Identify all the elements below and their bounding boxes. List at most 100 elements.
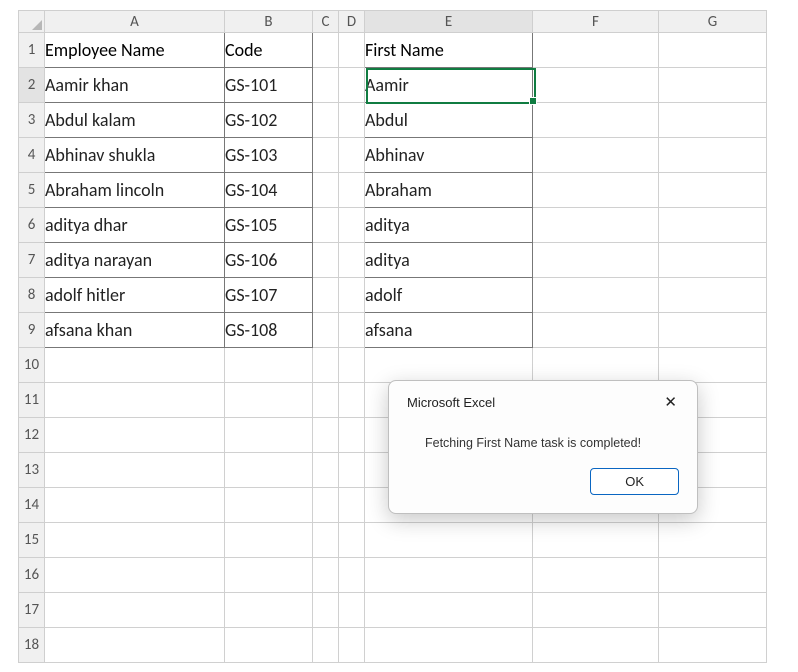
cell-C10[interactable] [313, 348, 339, 383]
cell-B13[interactable] [225, 453, 313, 488]
cell-F1[interactable] [533, 33, 659, 68]
cell-B14[interactable] [225, 488, 313, 523]
cell-F4[interactable] [533, 138, 659, 173]
cell-A13[interactable] [45, 453, 225, 488]
row-header-4[interactable]: 4 [19, 138, 45, 173]
cell-B2[interactable]: GS-101 [225, 68, 313, 103]
cell-G7[interactable] [659, 243, 767, 278]
cell-D5[interactable] [339, 173, 365, 208]
cell-E3[interactable]: Abdul [365, 103, 533, 138]
cell-D1[interactable] [339, 33, 365, 68]
col-header-D[interactable]: D [339, 11, 365, 33]
cell-A17[interactable] [45, 593, 225, 628]
cell-F2[interactable] [533, 68, 659, 103]
cell-A6[interactable]: aditya dhar [45, 208, 225, 243]
cell-D4[interactable] [339, 138, 365, 173]
cell-D13[interactable] [339, 453, 365, 488]
cell-A4[interactable]: Abhinav shukla [45, 138, 225, 173]
cell-F6[interactable] [533, 208, 659, 243]
cell-C4[interactable] [313, 138, 339, 173]
cell-G9[interactable] [659, 313, 767, 348]
cell-C14[interactable] [313, 488, 339, 523]
cell-A18[interactable] [45, 628, 225, 663]
close-icon[interactable]: ✕ [660, 393, 681, 412]
cell-F7[interactable] [533, 243, 659, 278]
cell-E4[interactable]: Abhinav [365, 138, 533, 173]
row-header-16[interactable]: 16 [19, 558, 45, 593]
cell-F8[interactable] [533, 278, 659, 313]
cell-E9[interactable]: afsana [365, 313, 533, 348]
cell-G5[interactable] [659, 173, 767, 208]
cell-B6[interactable]: GS-105 [225, 208, 313, 243]
cell-B18[interactable] [225, 628, 313, 663]
cell-B1[interactable]: Code [225, 33, 313, 68]
cell-F3[interactable] [533, 103, 659, 138]
cell-F16[interactable] [533, 558, 659, 593]
cell-A16[interactable] [45, 558, 225, 593]
cell-E16[interactable] [365, 558, 533, 593]
cell-B15[interactable] [225, 523, 313, 558]
col-header-F[interactable]: F [533, 11, 659, 33]
cell-C2[interactable] [313, 68, 339, 103]
col-header-C[interactable]: C [313, 11, 339, 33]
cell-C9[interactable] [313, 313, 339, 348]
cell-C18[interactable] [313, 628, 339, 663]
col-header-E[interactable]: E [365, 11, 533, 33]
cell-G3[interactable] [659, 103, 767, 138]
cell-C16[interactable] [313, 558, 339, 593]
cell-A8[interactable]: adolf hitler [45, 278, 225, 313]
cell-C6[interactable] [313, 208, 339, 243]
row-header-3[interactable]: 3 [19, 103, 45, 138]
cell-E8[interactable]: adolf [365, 278, 533, 313]
cell-D16[interactable] [339, 558, 365, 593]
cell-B3[interactable]: GS-102 [225, 103, 313, 138]
cell-G4[interactable] [659, 138, 767, 173]
ok-button[interactable]: OK [590, 468, 679, 495]
cell-E6[interactable]: aditya [365, 208, 533, 243]
col-header-G[interactable]: G [659, 11, 767, 33]
col-header-A[interactable]: A [45, 11, 225, 33]
cell-B10[interactable] [225, 348, 313, 383]
cell-G18[interactable] [659, 628, 767, 663]
cell-C1[interactable] [313, 33, 339, 68]
cell-E2[interactable]: Aamir [365, 68, 533, 103]
row-header-18[interactable]: 18 [19, 628, 45, 663]
cell-A10[interactable] [45, 348, 225, 383]
cell-F18[interactable] [533, 628, 659, 663]
select-all-corner[interactable] [19, 11, 45, 33]
cell-G8[interactable] [659, 278, 767, 313]
cell-A3[interactable]: Abdul kalam [45, 103, 225, 138]
cell-C7[interactable] [313, 243, 339, 278]
row-header-13[interactable]: 13 [19, 453, 45, 488]
cell-B7[interactable]: GS-106 [225, 243, 313, 278]
cell-E18[interactable] [365, 628, 533, 663]
cell-D3[interactable] [339, 103, 365, 138]
cell-E7[interactable]: aditya [365, 243, 533, 278]
row-header-15[interactable]: 15 [19, 523, 45, 558]
row-header-1[interactable]: 1 [19, 33, 45, 68]
cell-B16[interactable] [225, 558, 313, 593]
cell-B17[interactable] [225, 593, 313, 628]
cell-G10[interactable] [659, 348, 767, 383]
cell-C8[interactable] [313, 278, 339, 313]
cell-C5[interactable] [313, 173, 339, 208]
cell-A9[interactable]: afsana khan [45, 313, 225, 348]
cell-A15[interactable] [45, 523, 225, 558]
cell-D18[interactable] [339, 628, 365, 663]
cell-D14[interactable] [339, 488, 365, 523]
cell-F9[interactable] [533, 313, 659, 348]
cell-D12[interactable] [339, 418, 365, 453]
cell-F10[interactable] [533, 348, 659, 383]
cell-A5[interactable]: Abraham lincoln [45, 173, 225, 208]
row-header-17[interactable]: 17 [19, 593, 45, 628]
cell-A11[interactable] [45, 383, 225, 418]
cell-D2[interactable] [339, 68, 365, 103]
cell-B5[interactable]: GS-104 [225, 173, 313, 208]
cell-D8[interactable] [339, 278, 365, 313]
cell-A7[interactable]: aditya narayan [45, 243, 225, 278]
cell-E1[interactable]: First Name [365, 33, 533, 68]
spreadsheet-grid[interactable]: A B C D E F G 1 Employee Name Code First… [18, 10, 767, 663]
cell-G2[interactable] [659, 68, 767, 103]
cell-F5[interactable] [533, 173, 659, 208]
cell-B8[interactable]: GS-107 [225, 278, 313, 313]
